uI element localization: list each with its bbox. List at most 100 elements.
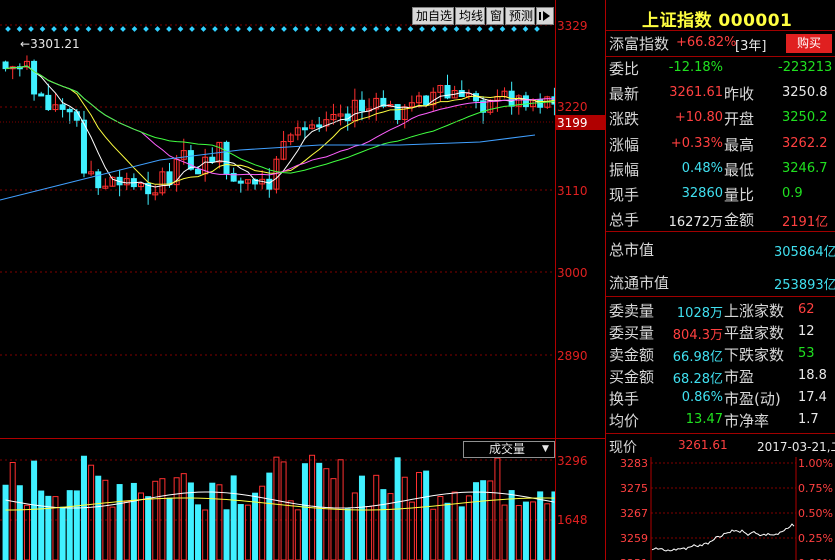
volume-bar xyxy=(45,495,52,560)
volume-bar xyxy=(202,509,209,560)
quote-value: +10.80 xyxy=(674,110,723,126)
quote-label: 下跌家数 xyxy=(724,346,785,364)
event-marker xyxy=(396,26,402,32)
quote-row: 振幅 0.48% 最低 3246.7 xyxy=(606,157,835,182)
forecast-button[interactable]: 预测 xyxy=(505,7,535,25)
candle-body xyxy=(316,124,323,128)
intraday-mini-chart[interactable]: 32831.00%32750.75%32670.50%32590.25%3251… xyxy=(606,457,835,560)
stock-title: 上证指数 000001 xyxy=(642,11,793,31)
candle-body xyxy=(458,90,465,97)
candle-body xyxy=(444,85,451,99)
quote-label: 平盘家数 xyxy=(724,324,785,342)
quote-label: 量比 xyxy=(724,186,755,204)
buy-button[interactable]: 购买 xyxy=(786,34,832,53)
volume-bar xyxy=(252,492,259,560)
volume-bar xyxy=(444,502,451,560)
total-market-value-row: 总市值 305864亿 xyxy=(606,237,835,262)
volume-bar xyxy=(473,482,480,560)
volume-bar xyxy=(38,490,45,560)
tianfu-index-row: 添富指数 +66.82% [3年] 购买 xyxy=(606,31,835,56)
candle-body xyxy=(266,178,273,190)
event-marker xyxy=(327,26,333,32)
volume-bar xyxy=(330,478,337,560)
ma-line-button[interactable]: 均线 xyxy=(455,7,485,25)
candle-body xyxy=(223,141,230,174)
quote-value: 1.7 xyxy=(798,412,819,427)
event-marker xyxy=(281,26,287,32)
ma-line xyxy=(5,65,555,174)
volume-bar xyxy=(73,490,80,560)
volume-bar xyxy=(180,473,187,560)
volume-bar xyxy=(351,492,358,560)
volume-indicator-dropdown[interactable]: 成交量 ▼ xyxy=(463,441,555,458)
volume-bar xyxy=(301,463,308,560)
quote-value: 2191亿 xyxy=(782,215,829,231)
quote-value: 17.4 xyxy=(798,390,827,405)
price-axis-label: 3110 xyxy=(557,184,588,198)
volume-bar xyxy=(494,457,501,560)
candle-body xyxy=(423,95,430,106)
volume-bar xyxy=(287,500,294,560)
event-marker xyxy=(62,26,69,32)
volume-bar xyxy=(95,475,102,560)
quote-value: 3261.61 xyxy=(669,85,723,101)
quote-label: 开盘 xyxy=(724,110,755,129)
volume-bar xyxy=(23,504,30,560)
quote-value: 0.9 xyxy=(782,186,803,201)
quote-value: 12 xyxy=(798,324,815,339)
event-marker xyxy=(131,26,138,32)
quote-value: 66.98亿 xyxy=(672,350,723,365)
volume-bar xyxy=(501,504,508,560)
volume-bar xyxy=(230,475,237,560)
event-marker xyxy=(292,26,299,32)
tianfu-period: [3年] xyxy=(735,39,767,54)
event-marker xyxy=(28,26,34,32)
volume-bar xyxy=(280,461,287,560)
quote-row: 涨幅 +0.33% 最高 3262.2 xyxy=(606,132,835,157)
quote-value: 13.47 xyxy=(685,412,723,427)
volume-bar xyxy=(152,480,159,560)
stock-quote-window: { "toolbar": { "add_watch": "加自选", "ma_l… xyxy=(0,0,835,560)
event-marker xyxy=(453,26,460,32)
volume-bar xyxy=(2,484,9,560)
candle-body xyxy=(2,61,9,70)
volume-ma xyxy=(5,491,555,509)
volume-bar xyxy=(522,501,529,560)
candlestick-chart[interactable] xyxy=(0,0,556,440)
volume-bar xyxy=(195,504,202,560)
high-price-value: 3301.21 xyxy=(30,37,80,51)
quote-value: 3246.7 xyxy=(782,160,828,176)
volume-bar xyxy=(266,472,273,560)
volume-bar xyxy=(187,482,194,560)
volume-bar xyxy=(316,462,323,560)
volume-bar xyxy=(323,468,330,560)
quote-row: 涨跌 +10.80 开盘 3250.2 xyxy=(606,106,835,131)
quote-row: 现手 32860 量比 0.9 xyxy=(606,182,835,207)
expand-button[interactable] xyxy=(536,7,554,25)
event-marker xyxy=(430,26,437,32)
price-axis-label: 3329 xyxy=(557,19,588,33)
volume-bar xyxy=(430,508,437,560)
event-marker xyxy=(488,26,494,32)
quote-value: +0.33% xyxy=(670,135,723,151)
divider xyxy=(0,438,606,439)
float-market-value-row: 流通市值 253893亿 xyxy=(606,270,835,295)
add-watchlist-button[interactable]: 加自选 xyxy=(412,7,454,25)
event-marker xyxy=(315,26,322,32)
volume-chart[interactable] xyxy=(0,440,556,560)
quote-panel: 上证指数 000001 添富指数 +66.82% [3年] 购买 委比 -12.1… xyxy=(606,0,835,560)
volume-bar xyxy=(145,496,152,560)
mini-pct-label: 1.00% xyxy=(798,457,833,470)
event-marker xyxy=(120,26,126,32)
price-line xyxy=(651,523,795,552)
volume-bar xyxy=(465,495,472,560)
mini-pct-label: 0.50% xyxy=(798,507,833,520)
event-marker xyxy=(350,26,356,32)
candle-body xyxy=(301,127,308,131)
event-marker xyxy=(97,26,103,32)
price-axis-label: 2890 xyxy=(557,349,588,363)
current-price-label: 3199 xyxy=(557,116,588,130)
event-marker xyxy=(143,26,149,32)
window-button[interactable]: 窗 xyxy=(486,7,504,25)
high-price-marker: ←3301.21 xyxy=(20,37,80,51)
